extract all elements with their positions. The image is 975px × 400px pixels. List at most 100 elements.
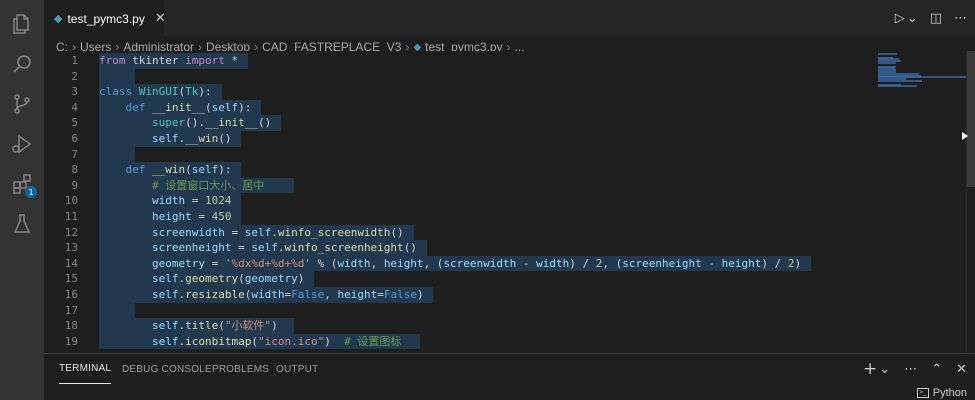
- search-icon[interactable]: [0, 44, 44, 84]
- code-token: "icon.ico": [257, 334, 325, 348]
- code-token: (): [390, 225, 404, 239]
- code-line[interactable]: 19 self.iconbitmap("icon.ico") # 设置图标: [44, 333, 975, 350]
- tab-debug-console[interactable]: DEBUG CONSOLE: [122, 354, 212, 384]
- code-line[interactable]: 13 screenheight = self.winfo_screenheigh…: [44, 240, 975, 256]
- code-token: resizable: [185, 288, 245, 301]
- terminal-instance[interactable]: >_ Python: [916, 384, 967, 400]
- code-token: height: [337, 288, 378, 301]
- code-token: from: [99, 54, 126, 67]
- line-number: 9: [71, 178, 78, 192]
- code-token: =: [231, 241, 252, 255]
- code-line[interactable]: 8 def __win(self):: [44, 162, 975, 178]
- code-token: height: [151, 210, 192, 223]
- selection-highlight: [99, 146, 136, 163]
- more-actions-icon[interactable]: ⋯: [954, 11, 967, 26]
- code-line[interactable]: 12 screenwidth = self.winfo_screenwidth(…: [44, 224, 975, 241]
- code-token: # 设置窗口大小、居中: [151, 178, 265, 192]
- code-token: screenwidth: [151, 225, 225, 239]
- tab-problems[interactable]: PROBLEMS: [212, 354, 269, 384]
- code-line[interactable]: 5 super().__init__(): [44, 115, 975, 131]
- code-token: 1024: [204, 194, 232, 208]
- scrollbar-thumb[interactable]: [967, 51, 975, 187]
- code-token: # 设置图标: [344, 334, 402, 348]
- explorer-icon[interactable]: [0, 4, 44, 44]
- terminal-icon: >_: [916, 387, 929, 398]
- code-token: (: [204, 100, 212, 114]
- code-token: (: [238, 272, 245, 286]
- code-token: screenwidth: [443, 256, 517, 270]
- code-line[interactable]: 4 def __init__(self):: [44, 99, 975, 116]
- line-number: 17: [64, 303, 78, 317]
- testing-icon[interactable]: [0, 204, 44, 244]
- code-token: (: [251, 334, 258, 348]
- line-number: 12: [64, 225, 78, 239]
- line-number: 2: [71, 69, 78, 83]
- more-icon[interactable]: ⋯: [904, 362, 917, 377]
- code-token: (: [185, 163, 192, 177]
- code-editor[interactable]: 1 from tkinter import * 2 3 class WinGUI(Tk)…: [44, 51, 975, 353]
- code-line[interactable]: 2: [44, 68, 975, 85]
- code-token: screenheight: [151, 241, 232, 255]
- panel-actions: + ⌄ ⋯ ⌃ ✕: [863, 354, 967, 384]
- code-token: =: [224, 225, 245, 239]
- code-token: =: [185, 194, 205, 208]
- bottom-panel: TERMINAL DEBUG CONSOLE PROBLEMS OUTPUT +…: [44, 353, 975, 400]
- editor-actions: ▷ ⌄ ◫ ⋯: [895, 0, 967, 36]
- tab-terminal[interactable]: TERMINAL: [59, 354, 112, 384]
- extensions-icon[interactable]: 1: [0, 164, 44, 204]
- run-dropdown-icon[interactable]: ⌄: [907, 11, 918, 26]
- tab-output[interactable]: OUTPUT: [276, 354, 318, 384]
- close-panel-icon[interactable]: ✕: [956, 362, 967, 377]
- code-line[interactable]: 7: [44, 146, 975, 163]
- maximize-panel-icon[interactable]: ⌃: [931, 362, 942, 377]
- close-icon[interactable]: ✕: [155, 11, 166, 26]
- code-line[interactable]: 10 width = 1024: [44, 193, 975, 209]
- code-token: __win: [185, 132, 219, 145]
- terminal-name: Python: [932, 386, 967, 399]
- code-token: ) /: [761, 256, 788, 270]
- code-text: def __win(self):: [99, 162, 232, 178]
- mouse-pointer-icon: [962, 132, 968, 140]
- run-debug-icon[interactable]: [0, 124, 44, 164]
- code-token: , (: [423, 256, 444, 270]
- code-token: ):: [218, 163, 232, 177]
- code-token: self: [251, 241, 278, 255]
- line-number: 15: [64, 272, 78, 286]
- minimap[interactable]: [878, 53, 968, 89]
- source-control-icon[interactable]: [0, 84, 44, 124]
- code-token: , (: [602, 256, 623, 270]
- code-line[interactable]: 14 geometry = '%dx%d+%d+%d' % (width, he…: [44, 255, 975, 272]
- code-line[interactable]: 6 self.__win(): [44, 131, 975, 147]
- terminal-dropdown-icon[interactable]: ⌄: [879, 362, 890, 377]
- activity-bar: 1: [0, 0, 44, 400]
- tab-test-pymc3[interactable]: ◆ test_pymc3.py ✕: [44, 0, 166, 36]
- code-token: width: [337, 256, 371, 270]
- line-number: 3: [71, 85, 78, 99]
- code-line[interactable]: 16 self.resizable(width=False, height=Fa…: [44, 287, 975, 303]
- code-line[interactable]: 3 class WinGUI(Tk):: [44, 84, 975, 100]
- code-line[interactable]: 18 self.title("小软件"): [44, 318, 975, 334]
- code-line[interactable]: 17: [44, 302, 975, 319]
- code-text: class WinGUI(Tk):: [99, 84, 212, 100]
- code-token: winfo_screenheight: [284, 241, 404, 255]
- code-line[interactable]: 1 from tkinter import *: [44, 53, 975, 69]
- split-editor-icon[interactable]: ◫: [930, 11, 942, 26]
- tab-label: test_pymc3.py: [67, 11, 145, 26]
- code-line[interactable]: 11 height = 450: [44, 209, 975, 225]
- code-line[interactable]: 15 self.geometry(geometry): [44, 271, 975, 287]
- add-terminal-icon[interactable]: +: [863, 359, 877, 379]
- vertical-scrollbar[interactable]: [966, 51, 975, 353]
- code-token: False: [383, 288, 417, 301]
- run-icon[interactable]: ▷: [895, 11, 905, 26]
- code-line[interactable]: 9 # 设置窗口大小、居中: [44, 177, 975, 194]
- code-text: geometry = '%dx%d+%d+%d' % (width, heigh…: [99, 256, 801, 272]
- selection-highlight: [99, 68, 136, 85]
